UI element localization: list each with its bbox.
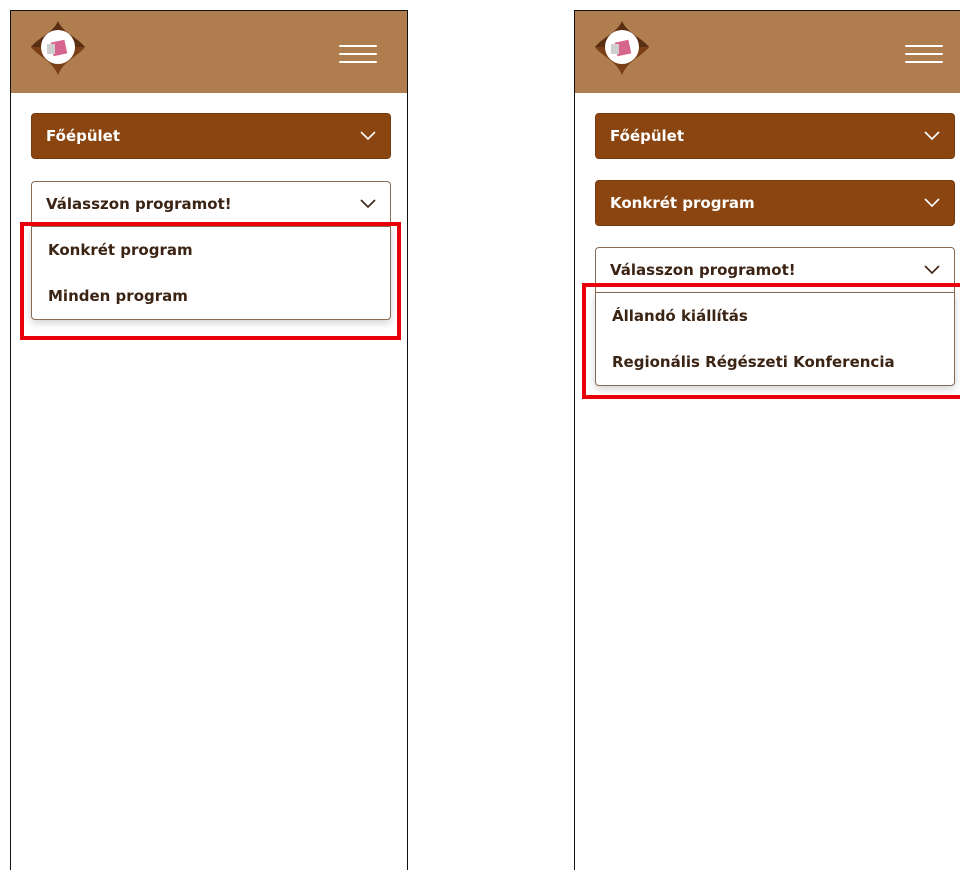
option-konkret-program[interactable]: Konkrét program	[32, 227, 390, 273]
program-select[interactable]: Válasszon programot!	[31, 181, 391, 227]
museum-logo	[31, 21, 85, 75]
chevron-down-icon	[924, 198, 940, 208]
menu-hamburger-icon[interactable]	[339, 43, 377, 67]
menu-hamburger-icon[interactable]	[905, 43, 943, 67]
museum-logo	[595, 21, 649, 75]
program-dropdown-list: Konkrét program Minden program	[31, 227, 391, 320]
program-select-placeholder: Válasszon programot!	[610, 261, 796, 279]
option-allando-kiallitas[interactable]: Állandó kiállítás	[596, 293, 954, 339]
program-select-placeholder: Válasszon programot!	[46, 195, 232, 213]
app-header	[11, 11, 407, 93]
location-select[interactable]: Főépület	[595, 113, 955, 159]
program-dropdown-list: Állandó kiállítás Regionális Régészeti K…	[595, 293, 955, 386]
option-minden-program[interactable]: Minden program	[32, 273, 390, 319]
option-regionalis-regeszeti-konferencia[interactable]: Regionális Régészeti Konferencia	[596, 339, 954, 385]
chevron-down-icon	[924, 131, 940, 141]
location-select-value: Főépület	[46, 127, 121, 145]
app-header	[575, 11, 960, 93]
chevron-down-icon	[360, 131, 376, 141]
location-select[interactable]: Főépület	[31, 113, 391, 159]
right-phone-screen: Főépület Konkrét program Válasszon progr…	[574, 10, 960, 870]
program-type-select-value: Konkrét program	[610, 194, 755, 212]
chevron-down-icon	[360, 199, 376, 209]
chevron-down-icon	[924, 265, 940, 275]
left-phone-screen: Főépület Válasszon programot! Konkrét pr…	[10, 10, 408, 870]
location-select-value: Főépület	[610, 127, 685, 145]
program-select[interactable]: Válasszon programot!	[595, 247, 955, 293]
program-type-select[interactable]: Konkrét program	[595, 180, 955, 226]
